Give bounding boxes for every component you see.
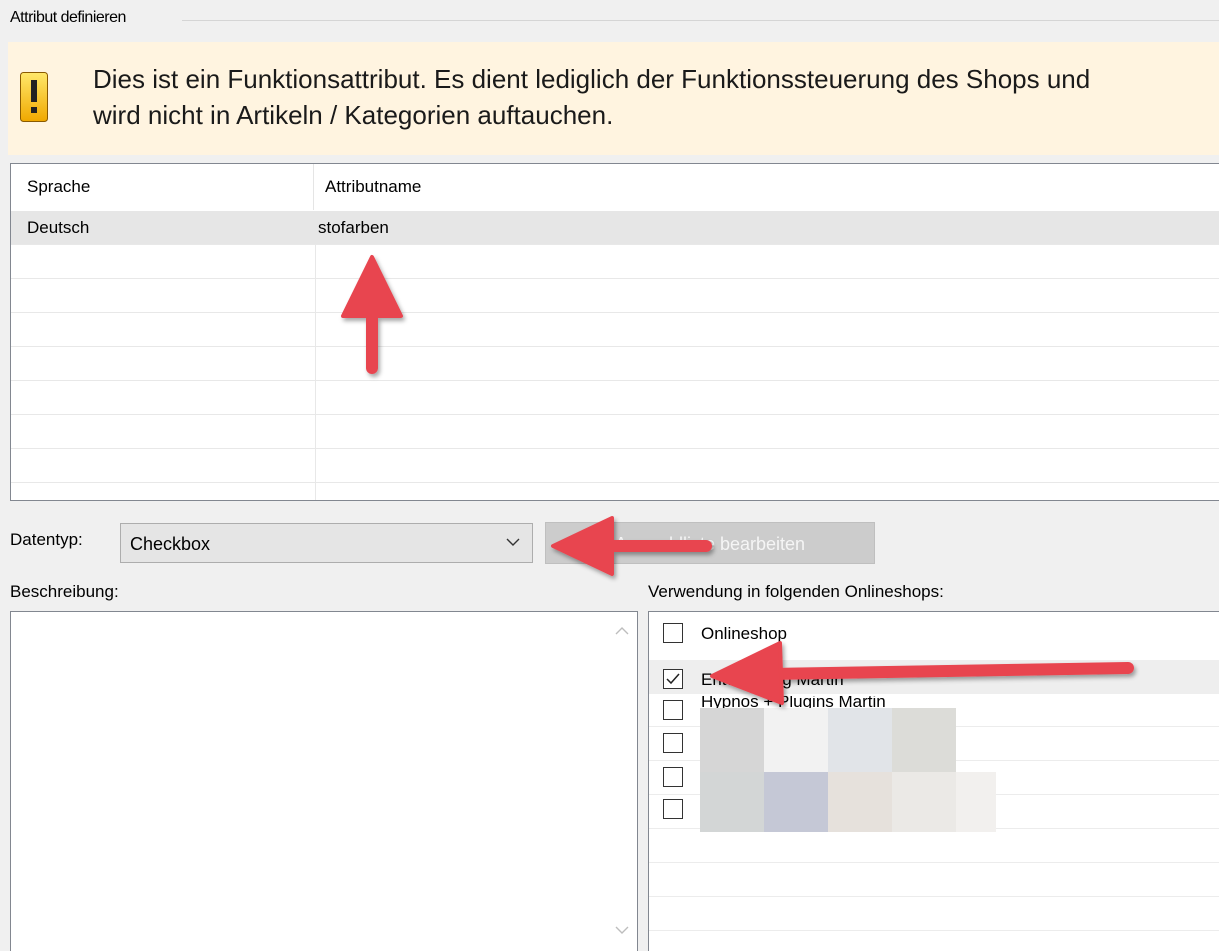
- shop-checkbox[interactable]: [663, 733, 683, 753]
- group-title: Attribut definieren: [10, 9, 126, 26]
- column-header-attribute-name[interactable]: Attributname: [325, 164, 421, 210]
- shop-item-entwicklung[interactable]: Entwicklung Martin: [649, 660, 1219, 694]
- chevron-down-icon: [506, 538, 520, 546]
- scroll-down-icon[interactable]: [615, 925, 629, 935]
- shop-label: Onlineshop: [701, 624, 788, 643]
- onlineshops-label: Verwendung in folgenden Onlineshops:: [648, 582, 944, 601]
- row-gridline: [11, 448, 1219, 449]
- edit-selection-list-button[interactable]: Auswahlliste bearbeiten: [545, 522, 875, 564]
- shop-checkbox[interactable]: [663, 700, 683, 720]
- description-textarea[interactable]: [10, 611, 638, 951]
- row-gridline: [11, 346, 1219, 347]
- row-gridline: [11, 244, 1219, 245]
- row-gridline: [11, 482, 1219, 483]
- shop-label: Entwicklung Martin: [701, 670, 844, 689]
- table-row[interactable]: [11, 211, 1219, 244]
- shop-checkbox[interactable]: [663, 669, 683, 689]
- column-separator[interactable]: [313, 164, 314, 210]
- shop-checkbox[interactable]: [663, 767, 683, 787]
- shop-checkbox[interactable]: [663, 799, 683, 819]
- shop-item-onlineshop[interactable]: Onlineshop: [649, 614, 1219, 648]
- row-gridline: [649, 862, 1219, 863]
- datentyp-selected-value: Checkbox: [130, 534, 211, 554]
- checkmark-icon: [666, 673, 680, 685]
- row-gridline: [11, 414, 1219, 415]
- row-gridline: [11, 380, 1219, 381]
- row-gridline: [11, 312, 1219, 313]
- datentyp-label: Datentyp:: [10, 530, 83, 549]
- table-cell-language[interactable]: Deutsch: [27, 211, 89, 244]
- redaction-mosaic: [700, 708, 996, 832]
- row-gridline: [649, 930, 1219, 931]
- column-header-language[interactable]: Sprache: [27, 164, 90, 210]
- table-cell-attribute-name[interactable]: stofarben: [318, 211, 389, 244]
- info-text: Dies ist ein Funktionsattribut. Es dient…: [93, 64, 1091, 130]
- row-gridline: [11, 278, 1219, 279]
- description-label: Beschreibung:: [10, 582, 119, 601]
- scroll-up-icon[interactable]: [615, 626, 629, 636]
- group-divider: [182, 20, 1219, 21]
- vertical-scrollbar[interactable]: [607, 612, 637, 951]
- datentyp-select[interactable]: Checkbox: [120, 523, 533, 563]
- warning-icon: [20, 72, 48, 122]
- row-gridline: [649, 896, 1219, 897]
- attribute-name-table[interactable]: Sprache Attributname Deutsch stofarben: [10, 163, 1219, 501]
- shop-checkbox[interactable]: [663, 623, 683, 643]
- column-gridline: [315, 244, 316, 500]
